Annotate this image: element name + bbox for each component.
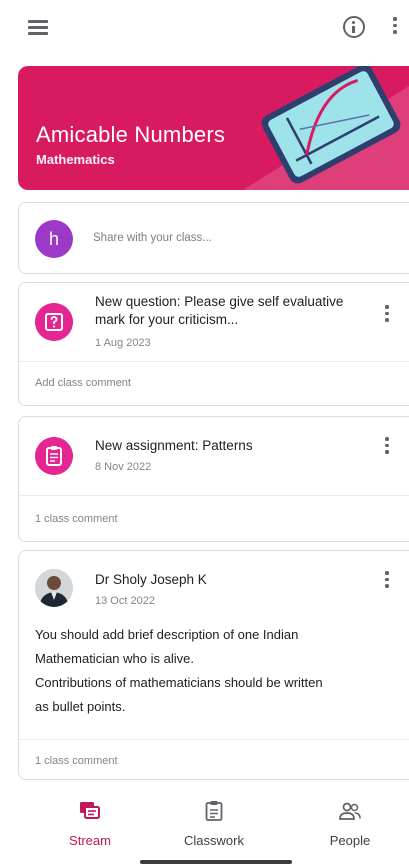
teacher-avatar[interactable] (35, 569, 73, 607)
classwork-icon (205, 801, 223, 821)
people-icon (339, 802, 361, 820)
class-banner[interactable]: Amicable Numbers Mathematics (18, 66, 409, 190)
nav-label: Stream (69, 833, 111, 848)
assignment-icon (35, 437, 73, 475)
info-icon[interactable] (343, 16, 365, 38)
share-input[interactable]: Share with your class... (93, 232, 212, 244)
post-date: 1 Aug 2023 (95, 337, 151, 349)
post-body-line: Contributions of mathematicians should b… (35, 675, 323, 690)
menu-icon[interactable] (28, 20, 48, 36)
more-vert-icon[interactable] (384, 305, 390, 325)
user-avatar[interactable]: h (35, 220, 73, 258)
class-title: Amicable Numbers (36, 122, 226, 147)
stream-post-question[interactable]: New question: Please give self evaluativ… (18, 282, 409, 406)
class-subject: Mathematics (36, 152, 115, 167)
post-body: You should add brief description of one … (35, 623, 395, 719)
nav-classwork[interactable]: Classwork (164, 800, 264, 848)
question-icon (35, 303, 73, 341)
bottom-navigation: Stream Classwork People (0, 790, 409, 867)
share-card[interactable]: h Share with your class... (18, 202, 409, 274)
post-body-line: Mathematician who is alive. (35, 651, 194, 666)
class-comment-link[interactable]: 1 class comment (35, 755, 118, 767)
post-body-line: as bullet points. (35, 699, 126, 714)
post-title[interactable]: New assignment: Patterns (95, 437, 357, 455)
post-title[interactable]: New question: Please give self evaluativ… (95, 293, 357, 329)
more-vert-icon[interactable] (392, 17, 398, 37)
more-vert-icon[interactable] (384, 437, 390, 457)
post-body-line: You should add brief description of one … (35, 627, 299, 642)
divider (19, 361, 409, 362)
top-app-bar (0, 0, 409, 56)
post-date: 8 Nov 2022 (95, 461, 152, 473)
graph-illustration-icon (243, 66, 409, 190)
stream-icon (80, 802, 100, 819)
divider (19, 739, 409, 740)
class-comment-link[interactable]: 1 class comment (35, 513, 118, 525)
home-indicator[interactable] (140, 860, 292, 864)
nav-label: Classwork (184, 833, 244, 848)
post-author: Dr Sholy Joseph K (95, 572, 207, 587)
divider (19, 495, 409, 496)
stream-post-assignment[interactable]: New assignment: Patterns 8 Nov 2022 1 cl… (18, 416, 409, 542)
post-date: 13 Oct 2022 (95, 595, 155, 607)
nav-stream[interactable]: Stream (40, 800, 140, 848)
nav-people[interactable]: People (300, 800, 400, 848)
add-class-comment[interactable]: Add class comment (35, 377, 131, 389)
stream-post-announcement[interactable]: Dr Sholy Joseph K 13 Oct 2022 You should… (18, 550, 409, 780)
nav-label: People (329, 833, 371, 848)
more-vert-icon[interactable] (384, 571, 390, 591)
